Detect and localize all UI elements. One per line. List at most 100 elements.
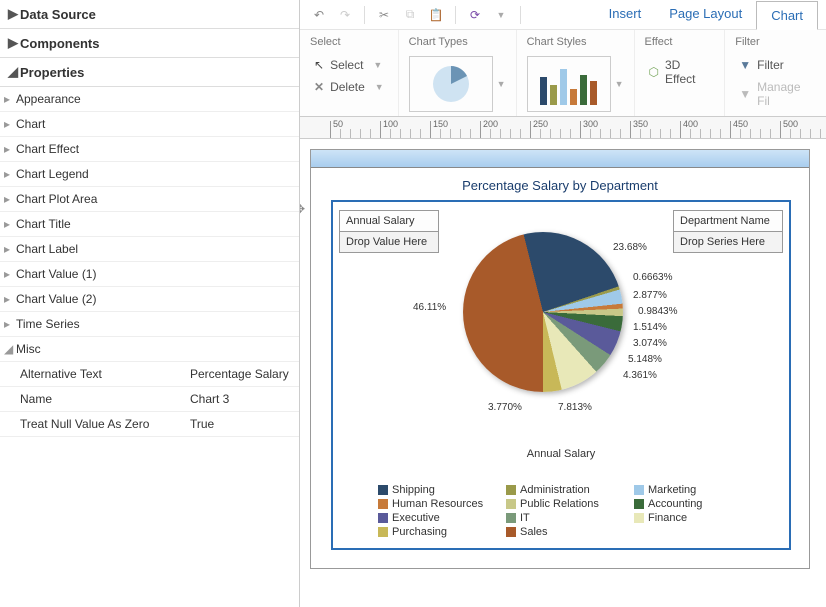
- prop-item[interactable]: ▸Chart: [0, 112, 299, 137]
- chart-title: Percentage Salary by Department: [311, 168, 809, 203]
- prop-label: Time Series: [16, 317, 80, 331]
- tab-page-layout[interactable]: Page Layout: [655, 0, 756, 29]
- chart-style-preview[interactable]: [527, 56, 611, 112]
- prop-item[interactable]: ▸Chart Plot Area: [0, 187, 299, 212]
- legend-item: Human Resources: [378, 498, 498, 510]
- prop-misc[interactable]: ◢ Misc: [0, 337, 299, 362]
- report-area[interactable]: Percentage Salary by Department ✥ Annual…: [310, 149, 810, 569]
- ribbon-select-group: Select ↖ Select ▼ ✕ Delete ▼: [300, 30, 398, 116]
- prop-sub-label: Alternative Text: [20, 367, 190, 381]
- design-surface[interactable]: Percentage Salary by Department ✥ Annual…: [300, 139, 826, 607]
- chart-object[interactable]: Annual Salary Drop Value Here Department…: [331, 200, 791, 550]
- chevron-right-icon: ▸: [4, 217, 16, 231]
- select-button[interactable]: ↖ Select ▼: [310, 56, 388, 74]
- data-label: 0.6663%: [633, 272, 672, 283]
- pie-slices: [463, 232, 623, 392]
- prop-label: Chart Label: [16, 242, 78, 256]
- series-drop-box[interactable]: Department Name Drop Series Here: [673, 210, 783, 253]
- legend-label: Public Relations: [520, 498, 599, 510]
- chevron-right-icon: ▸: [4, 117, 16, 131]
- section-label: Data Source: [20, 7, 96, 22]
- cut-icon[interactable]: ✂: [373, 4, 395, 26]
- section-components[interactable]: ▶ Components: [0, 29, 299, 58]
- ribbon-chart-types-group: Chart Types ▼: [398, 30, 516, 116]
- tab-chart[interactable]: Chart: [756, 1, 818, 30]
- delete-button[interactable]: ✕ Delete ▼: [310, 78, 388, 96]
- section-properties[interactable]: ◢ Properties: [0, 58, 299, 87]
- data-label: 3.074%: [633, 338, 667, 349]
- left-panel: ▶ Data Source ▶ Components ◢ Properties …: [0, 0, 300, 607]
- prop-item[interactable]: ▸Chart Legend: [0, 162, 299, 187]
- legend-item: Executive: [378, 512, 498, 524]
- prop-item[interactable]: ▸Chart Effect: [0, 137, 299, 162]
- prop-item[interactable]: ▸Chart Label: [0, 237, 299, 262]
- value-placeholder[interactable]: Drop Value Here: [340, 231, 438, 252]
- chevron-right-icon: ▸: [4, 192, 16, 206]
- legend-label: Finance: [648, 512, 687, 524]
- delete-icon: ✕: [314, 80, 324, 94]
- series-placeholder[interactable]: Drop Series Here: [674, 231, 782, 252]
- separator: [520, 6, 521, 24]
- prop-alt-text[interactable]: Alternative Text Percentage Salary by D: [0, 362, 299, 387]
- legend-item: Shipping: [378, 484, 498, 496]
- data-label: 1.514%: [633, 322, 667, 333]
- legend-swatch: [378, 485, 388, 495]
- prop-item[interactable]: ▸Appearance: [0, 87, 299, 112]
- manage-filters-button[interactable]: ▼ Manage Fil: [735, 78, 816, 110]
- prop-item[interactable]: ▸Chart Value (1): [0, 262, 299, 287]
- prop-label: Chart: [16, 117, 45, 131]
- data-label: 0.9843%: [638, 306, 677, 317]
- section-data-source[interactable]: ▶ Data Source: [0, 0, 299, 29]
- data-label: 4.361%: [623, 370, 657, 381]
- ruler-horizontal: 50100150200250300350400450500: [300, 117, 826, 139]
- ribbon-filter-group: Filter ▼ Filter ▼ Manage Fil: [724, 30, 826, 116]
- data-label: 23.68%: [613, 242, 647, 253]
- legend-swatch: [378, 527, 388, 537]
- toolbar: ↶ ↷ ✂ ⧉ 📋 ⟳ ▼ Insert Page Layout Chart: [300, 0, 826, 30]
- series-header: Department Name: [674, 211, 782, 231]
- chevron-right-icon: ▸: [4, 242, 16, 256]
- undo-icon[interactable]: ↶: [308, 4, 330, 26]
- tab-insert[interactable]: Insert: [595, 0, 656, 29]
- legend-swatch: [506, 499, 516, 509]
- prop-sub-value[interactable]: True: [190, 417, 291, 431]
- chart-type-pie[interactable]: [409, 56, 493, 112]
- legend-label: IT: [520, 512, 530, 524]
- prop-name[interactable]: Name Chart 3: [0, 387, 299, 412]
- redo-icon[interactable]: ↷: [334, 4, 356, 26]
- paste-icon[interactable]: 📋: [425, 4, 447, 26]
- prop-label: Chart Effect: [16, 142, 79, 156]
- prop-sub-value[interactable]: Percentage Salary by D: [190, 367, 291, 381]
- 3d-effect-button[interactable]: ⬡ 3D Effect: [645, 56, 715, 88]
- chevron-right-icon: ▶: [8, 35, 20, 51]
- legend-swatch: [378, 513, 388, 523]
- prop-label: Chart Legend: [16, 167, 89, 181]
- value-drop-box[interactable]: Annual Salary Drop Value Here: [339, 210, 439, 253]
- legend-item: IT: [506, 512, 626, 524]
- prop-label: Misc: [16, 342, 41, 356]
- caret-down-icon: ▼: [373, 60, 382, 70]
- prop-item[interactable]: ▸Chart Value (2): [0, 287, 299, 312]
- legend-swatch: [506, 513, 516, 523]
- dropdown-icon[interactable]: ▼: [490, 4, 512, 26]
- chevron-down-icon: ◢: [4, 342, 16, 356]
- caret-down-icon[interactable]: ▼: [497, 79, 506, 89]
- prop-sub-value[interactable]: Chart 3: [190, 392, 291, 406]
- axis-label: Annual Salary: [333, 448, 789, 460]
- filter-button[interactable]: ▼ Filter: [735, 56, 816, 74]
- prop-item[interactable]: ▸Chart Title: [0, 212, 299, 237]
- prop-label: Chart Plot Area: [16, 192, 97, 206]
- prop-treat-null[interactable]: Treat Null Value As Zero True: [0, 412, 299, 437]
- refresh-icon[interactable]: ⟳: [464, 4, 486, 26]
- prop-item[interactable]: ▸Time Series: [0, 312, 299, 337]
- funnel-icon: ▼: [739, 87, 751, 101]
- legend-label: Purchasing: [392, 526, 447, 538]
- caret-down-icon[interactable]: ▼: [615, 79, 624, 89]
- legend-item: Administration: [506, 484, 626, 496]
- chevron-right-icon: ▸: [4, 292, 16, 306]
- legend-swatch: [506, 485, 516, 495]
- copy-icon[interactable]: ⧉: [399, 4, 421, 26]
- move-handle-icon[interactable]: ✥: [300, 202, 305, 216]
- data-label: 2.877%: [633, 290, 667, 301]
- legend-label: Shipping: [392, 484, 435, 496]
